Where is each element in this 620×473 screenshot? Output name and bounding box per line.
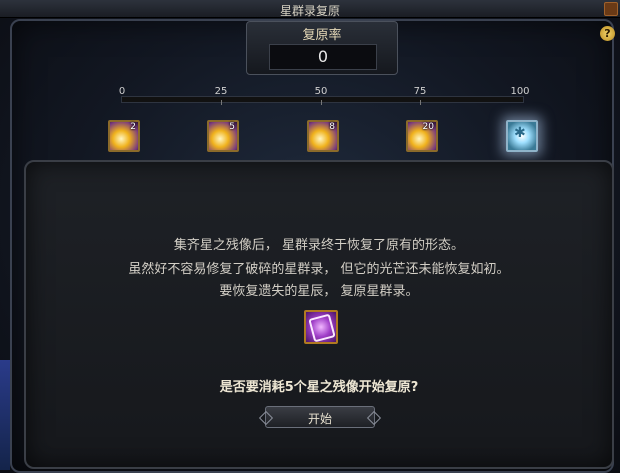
tick-label: 0: [118, 86, 126, 97]
restore-rate-panel: 复原率 0: [246, 21, 398, 75]
start-button[interactable]: 开始: [265, 406, 375, 428]
tick-label: 100: [510, 86, 530, 97]
reward-slot-4[interactable]: 20: [406, 120, 438, 152]
tick-mark: [221, 100, 222, 105]
crystal-star-icon: ✱: [514, 125, 526, 141]
restore-rate-label: 复原率: [302, 28, 342, 43]
reward-slot-3[interactable]: 8: [307, 120, 339, 152]
title-bar[interactable]: 星群录复原: [0, 0, 620, 18]
tick-label: 50: [314, 86, 328, 97]
reward-slot-1[interactable]: 2: [108, 120, 140, 152]
window-title: 星群录复原: [279, 4, 340, 18]
tick-label: 75: [413, 86, 427, 97]
confirm-question: 是否要消耗5个星之残像开始复原?: [219, 380, 419, 395]
help-icon[interactable]: ?: [600, 26, 615, 41]
reward-count: 5: [229, 122, 235, 132]
restore-rate-value: 0: [269, 44, 377, 70]
tick-label: 25: [214, 86, 228, 97]
reward-count: 2: [130, 122, 136, 132]
reward-slot-2[interactable]: 5: [207, 120, 239, 152]
star-record-window: 星群录复原 ? 复原率 0 0 25 50 75 100 2 5 8 20 ✱ …: [0, 0, 620, 473]
description-line-2: 虽然好不容易修复了破碎的星群录， 但它的光芒还未能恢复如初。: [128, 262, 510, 277]
tick-mark: [321, 100, 322, 105]
description-line-1: 集齐星之残像后， 星群录终于恢复了原有的形态。: [173, 238, 465, 253]
tick-mark: [420, 100, 421, 105]
description-line-3: 要恢复遗失的星辰， 复原星群录。: [219, 284, 419, 299]
reward-count: 8: [329, 122, 335, 132]
background-edge: [0, 360, 10, 470]
reward-count: 20: [422, 122, 434, 132]
restore-info-panel: 集齐星之残像后， 星群录终于恢复了原有的形态。 虽然好不容易修复了破碎的星群录，…: [24, 160, 614, 469]
progress-track: [121, 96, 524, 103]
star-remnant-item[interactable]: [304, 310, 338, 344]
final-reward-crystal-icon[interactable]: ✱: [506, 120, 538, 152]
window-corner-icon: [604, 2, 618, 16]
star-remnant-icon: [308, 313, 336, 343]
